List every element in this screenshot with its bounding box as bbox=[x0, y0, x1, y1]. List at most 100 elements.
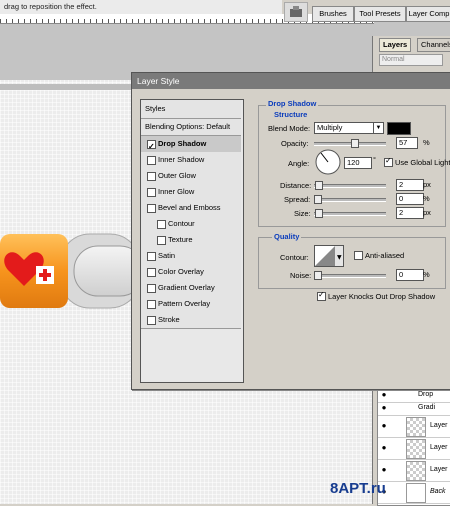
style-item[interactable]: Outer Glow bbox=[141, 168, 241, 185]
distance-slider-knob[interactable] bbox=[315, 181, 323, 190]
style-checkbox[interactable] bbox=[147, 300, 156, 309]
opacity-field[interactable]: 57 bbox=[396, 137, 418, 149]
style-label: Inner Glow bbox=[158, 187, 195, 196]
section-title: Drop Shadow bbox=[266, 99, 319, 108]
style-item[interactable]: Inner Glow bbox=[141, 184, 241, 201]
size-unit: px bbox=[423, 208, 431, 217]
noise-field[interactable]: 0 bbox=[396, 269, 424, 281]
layer-row[interactable]: ● Back bbox=[378, 481, 450, 504]
dialog-title-bar[interactable]: Layer Style bbox=[132, 73, 450, 89]
style-item[interactable]: Color Overlay bbox=[141, 264, 241, 281]
style-item[interactable]: Gradient Overlay bbox=[141, 280, 241, 297]
layers-list: ● Drop ● Gradi ● Layer ● Layer ● Layer ●… bbox=[377, 388, 450, 506]
layer-name: Layer bbox=[430, 466, 448, 473]
svg-text:▼: ▼ bbox=[337, 254, 342, 261]
style-checkbox[interactable] bbox=[147, 204, 156, 213]
knockout-label: Layer Knocks Out Drop Shadow bbox=[328, 292, 436, 301]
style-checkbox[interactable] bbox=[147, 188, 156, 197]
layer-row[interactable]: ● Layer bbox=[378, 437, 450, 460]
anti-aliased-checkbox[interactable] bbox=[354, 251, 363, 260]
palette-well-icon[interactable] bbox=[284, 2, 308, 22]
tab-brushes[interactable]: Brushes bbox=[312, 6, 354, 22]
distance-slider[interactable] bbox=[314, 184, 386, 188]
layer-row[interactable]: ● Gradi bbox=[378, 402, 450, 416]
style-label: Drop Shadow bbox=[158, 139, 207, 148]
style-checkbox[interactable]: ✓ bbox=[147, 140, 156, 151]
spread-field[interactable]: 0 bbox=[396, 193, 424, 205]
style-label: Texture bbox=[168, 235, 193, 244]
eye-icon[interactable]: ● bbox=[379, 421, 389, 431]
tab-layers[interactable]: Layers bbox=[379, 38, 412, 52]
button-artwork bbox=[0, 233, 136, 309]
layer-name: Back bbox=[430, 488, 446, 495]
watermark-logo: 8APT.ru bbox=[330, 480, 386, 497]
checkmark-icon: ✓ bbox=[318, 290, 325, 299]
size-field[interactable]: 2 bbox=[396, 207, 424, 219]
style-checkbox[interactable] bbox=[147, 284, 156, 293]
style-checkbox[interactable] bbox=[147, 252, 156, 261]
chevron-down-icon: ▼ bbox=[373, 123, 383, 133]
contour-picker[interactable]: ▼ bbox=[314, 245, 344, 267]
eye-icon[interactable]: ● bbox=[379, 403, 389, 413]
style-item[interactable]: Satin bbox=[141, 248, 241, 265]
style-checkbox[interactable] bbox=[157, 236, 166, 245]
style-item[interactable]: ✓ Drop Shadow bbox=[141, 136, 241, 153]
noise-label: Noise: bbox=[290, 271, 312, 280]
contour-curve-icon: ▼ bbox=[315, 246, 343, 266]
style-item[interactable]: Inner Shadow bbox=[141, 152, 241, 169]
layer-row[interactable]: ● Layer bbox=[378, 415, 450, 438]
style-item[interactable]: Contour bbox=[141, 216, 241, 233]
distance-field[interactable]: 2 bbox=[396, 179, 424, 191]
opacity-slider-knob[interactable] bbox=[351, 139, 359, 148]
blend-mode-select[interactable]: Multiply ▼ bbox=[314, 122, 384, 134]
use-global-light-checkbox[interactable]: ✓ bbox=[384, 156, 393, 167]
options-hint-text: drag to reposition the effect. bbox=[4, 2, 97, 11]
noise-slider[interactable] bbox=[314, 274, 386, 278]
eye-icon[interactable]: ● bbox=[379, 443, 389, 453]
style-checkbox[interactable] bbox=[147, 268, 156, 277]
noise-slider-knob[interactable] bbox=[314, 271, 322, 280]
styles-header[interactable]: Styles bbox=[141, 100, 241, 119]
tab-channels[interactable]: Channels bbox=[417, 38, 450, 52]
palette-tab-strip: Brushes Tool Presets Layer Comp bbox=[310, 6, 450, 22]
tab-tool-presets[interactable]: Tool Presets bbox=[354, 6, 406, 22]
dialog-title: Layer Style bbox=[137, 76, 180, 86]
style-label: Outer Glow bbox=[158, 171, 196, 180]
style-item[interactable]: Bevel and Emboss bbox=[141, 200, 241, 217]
angle-field[interactable]: 120 bbox=[344, 157, 372, 169]
blending-options-item[interactable]: Blending Options: Default bbox=[141, 119, 241, 136]
shadow-color-swatch[interactable] bbox=[387, 122, 411, 135]
style-checkbox[interactable] bbox=[147, 156, 156, 165]
tab-layer-comps[interactable]: Layer Comp bbox=[406, 6, 450, 22]
spread-slider-knob[interactable] bbox=[314, 195, 322, 204]
style-checkbox[interactable] bbox=[147, 172, 156, 181]
contour-label: Contour: bbox=[280, 253, 309, 262]
style-label: Gradient Overlay bbox=[158, 283, 215, 292]
styles-list: Styles Blending Options: Default ✓ Drop S… bbox=[140, 99, 244, 383]
style-item[interactable]: Texture bbox=[141, 232, 241, 249]
size-slider[interactable] bbox=[314, 212, 386, 216]
opacity-unit: % bbox=[423, 138, 430, 147]
quality-group bbox=[258, 237, 446, 289]
layer-name: Drop bbox=[418, 391, 434, 398]
eye-icon[interactable]: ● bbox=[379, 390, 389, 400]
checkmark-icon: ✓ bbox=[385, 156, 392, 165]
angle-dial-icon[interactable] bbox=[315, 149, 341, 175]
layer-row[interactable]: ● Layer bbox=[378, 459, 450, 482]
opacity-label: Opacity: bbox=[281, 139, 309, 148]
structure-title: Structure bbox=[272, 110, 310, 119]
opacity-slider[interactable] bbox=[314, 142, 386, 146]
styles-header-label: Styles bbox=[145, 104, 166, 113]
style-checkbox[interactable] bbox=[157, 220, 166, 229]
style-item[interactable]: Stroke bbox=[141, 312, 241, 329]
noise-unit: % bbox=[423, 270, 430, 279]
spread-slider[interactable] bbox=[314, 198, 386, 202]
eye-icon[interactable]: ● bbox=[379, 465, 389, 475]
layer-row[interactable]: ● Drop bbox=[378, 389, 450, 403]
layer-name: Layer bbox=[430, 422, 448, 429]
knockout-checkbox[interactable]: ✓ bbox=[317, 290, 326, 301]
style-checkbox[interactable] bbox=[147, 316, 156, 325]
style-item[interactable]: Pattern Overlay bbox=[141, 296, 241, 313]
layer-blend-mode-select[interactable]: Normal bbox=[379, 54, 443, 66]
size-slider-knob[interactable] bbox=[315, 209, 323, 218]
